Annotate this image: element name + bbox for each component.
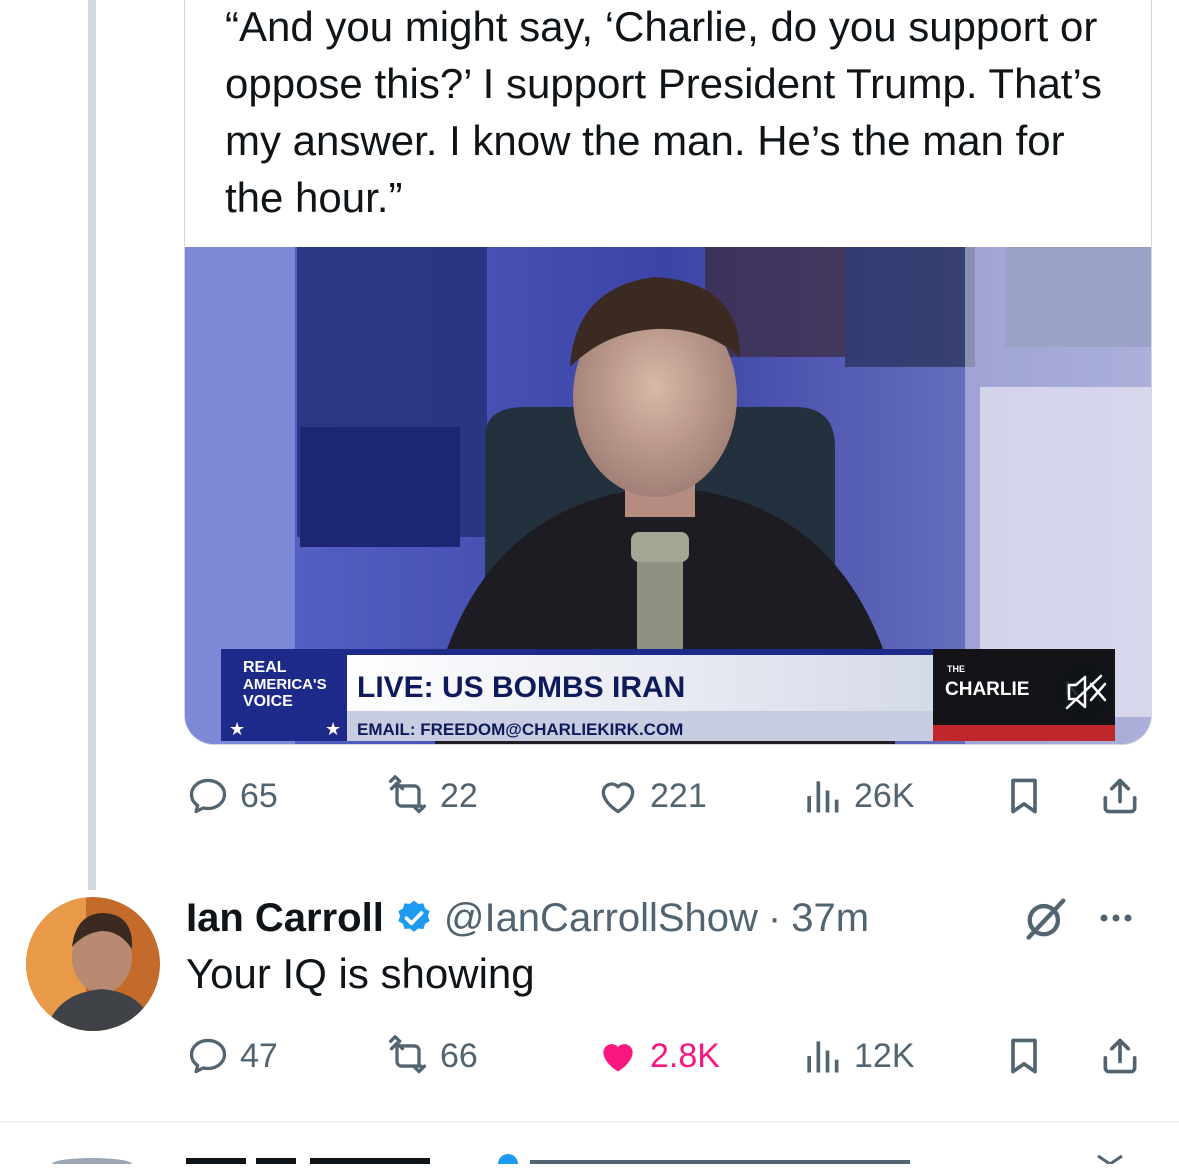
reply-button[interactable]: 65	[186, 766, 278, 826]
views-button[interactable]: 12K	[800, 1026, 915, 1086]
reply-icon	[186, 774, 230, 818]
video-player[interactable]: REAL AMERICA'S VOICE ★ ★ LIVE: US BOMBS …	[185, 247, 1151, 744]
speaker-muted-icon[interactable]	[1053, 662, 1113, 722]
grok-icon[interactable]	[1020, 892, 1072, 944]
views-button[interactable]: 26K	[800, 766, 915, 826]
verified-badge-icon[interactable]	[394, 898, 434, 938]
share-button[interactable]	[1098, 766, 1142, 826]
repost-button[interactable]: 22	[386, 766, 478, 826]
thread-connector-line	[88, 0, 96, 890]
bookmark-button[interactable]	[1002, 766, 1046, 826]
timestamp[interactable]: 37m	[791, 896, 869, 941]
reply-tweet-text: Your IQ is showing	[186, 950, 535, 997]
share-icon	[1098, 774, 1142, 818]
like-button[interactable]: 2.8K	[596, 1026, 720, 1086]
share-icon	[1098, 1034, 1142, 1078]
quoted-tweet-text: “And you might say, ‘Charlie, do you sup…	[225, 3, 1103, 221]
reply-count: 47	[240, 1036, 278, 1075]
separator-dot: ·	[767, 895, 782, 940]
repost-count: 22	[440, 776, 478, 815]
svg-text:★: ★	[325, 719, 341, 739]
next-tweet-peek	[0, 1150, 1179, 1169]
share-button[interactable]	[1098, 1026, 1142, 1086]
handle[interactable]: @IanCarrollShow	[444, 896, 758, 941]
network-logo-line2: AMERICA'S	[243, 676, 327, 693]
repost-icon	[386, 774, 430, 818]
show-logo-small: THE	[947, 664, 965, 674]
tweet-divider	[0, 1121, 1179, 1123]
video-headline: LIVE: US BOMBS IRAN	[357, 671, 685, 704]
views-icon	[800, 774, 844, 818]
reply-button[interactable]: 47	[186, 1026, 278, 1086]
bookmark-icon	[1002, 1034, 1046, 1078]
video-subline: EMAIL: FREEDOM@CHARLIEKIRK.COM	[357, 720, 683, 739]
more-options-icon[interactable]	[1098, 912, 1134, 924]
video-frame: REAL AMERICA'S VOICE ★ ★ LIVE: US BOMBS …	[185, 247, 1151, 744]
quoted-tweet-card[interactable]: “And you might say, ‘Charlie, do you sup…	[184, 0, 1152, 745]
display-name[interactable]: Ian Carroll	[186, 896, 384, 941]
reply-icon	[186, 1034, 230, 1078]
like-count: 221	[650, 776, 707, 815]
heart-icon	[596, 774, 640, 818]
views-icon	[800, 1034, 844, 1078]
svg-text:★: ★	[229, 719, 245, 739]
views-count: 26K	[854, 776, 915, 815]
repost-icon	[386, 1034, 430, 1078]
network-logo-line1: REAL	[243, 659, 287, 676]
like-count: 2.8K	[650, 1036, 720, 1075]
repost-button[interactable]: 66	[386, 1026, 478, 1086]
network-logo-line3: VOICE	[243, 693, 293, 710]
heart-filled-icon	[596, 1034, 640, 1078]
bookmark-button[interactable]	[1002, 1026, 1046, 1086]
views-count: 12K	[854, 1036, 915, 1075]
like-button[interactable]: 221	[596, 766, 707, 826]
reply-tweet-header: Ian Carroll @IanCarrollShow · 37m	[186, 890, 869, 946]
bookmark-icon	[1002, 774, 1046, 818]
repost-count: 66	[440, 1036, 478, 1075]
reply-count: 65	[240, 776, 278, 815]
reply-tweet-action-bar: 47 66 2.8K 12K	[186, 1026, 1146, 1086]
quoted-tweet-action-bar: 65 22 221 26K	[186, 766, 1146, 826]
show-logo-text: CHARLIE	[945, 679, 1029, 700]
tweet-header-actions	[1020, 890, 1160, 946]
avatar[interactable]	[26, 897, 160, 1031]
